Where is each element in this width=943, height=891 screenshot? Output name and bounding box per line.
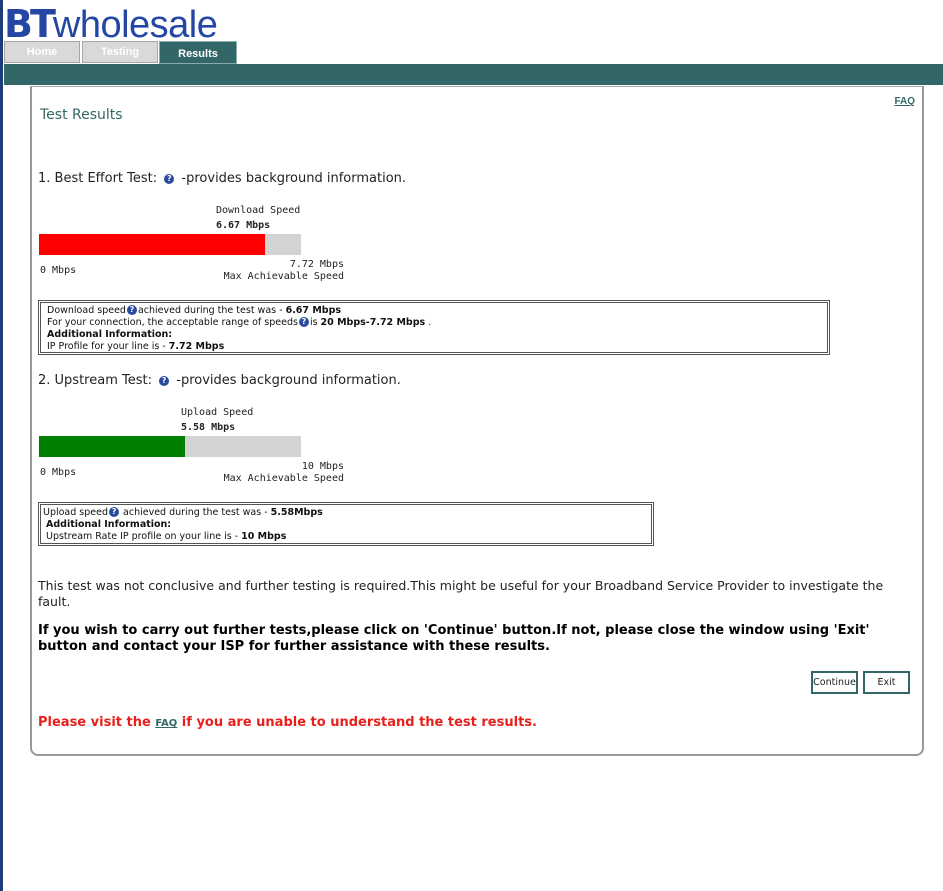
- download-heading-suffix: -provides background information.: [181, 171, 407, 186]
- upload-info-line2: Additional Information:: [46, 519, 172, 530]
- download-max-value: 7.72 Mbps: [289, 259, 344, 270]
- header-banner: [4, 64, 943, 85]
- faq-help-prefix: Please visit the: [38, 715, 156, 730]
- page-title: Test Results: [40, 107, 123, 123]
- help-icon[interactable]: ?: [298, 317, 309, 327]
- help-icon[interactable]: ?: [159, 376, 170, 386]
- download-info-box: Download speed? achieved during the test …: [38, 300, 830, 355]
- upload-max-value: 10 Mbps: [301, 461, 344, 472]
- upload-heading-suffix: -provides background information.: [176, 373, 401, 388]
- faq-inline-link[interactable]: FAQ: [155, 718, 177, 729]
- tab-home[interactable]: Home: [4, 41, 80, 63]
- download-info-line2: For your connection, the acceptable rang…: [47, 317, 432, 328]
- tab-testing[interactable]: Testing: [82, 41, 158, 63]
- download-heading-text: 1. Best Effort Test:: [38, 171, 158, 186]
- window-left-edge: [0, 0, 3, 891]
- download-info-line4: IP Profile for your line is - 7.72 Mbps: [47, 341, 225, 352]
- logo-wholesale: wholesale: [52, 4, 218, 46]
- upload-max-label: Max Achievable Speed: [223, 473, 344, 484]
- inconclusive-message: This test was not conclusive and further…: [38, 578, 884, 609]
- download-speed-label: Download Speed: [216, 205, 301, 216]
- logo-bt: BT: [4, 2, 56, 46]
- faq-link[interactable]: FAQ: [894, 96, 915, 107]
- upload-speed-label: Upload Speed: [181, 407, 254, 418]
- download-speed-value: 6.67 Mbps: [216, 220, 271, 231]
- help-icon[interactable]: ?: [109, 507, 120, 517]
- upload-speed-value: 5.58 Mbps: [181, 422, 236, 433]
- instruction-message: If you wish to carry out further tests,p…: [38, 623, 870, 654]
- download-info-line1: Download speed? achieved during the test …: [47, 305, 342, 316]
- help-icon[interactable]: ?: [126, 305, 137, 315]
- download-test-heading: 1. Best Effort Test: ? -provides backgro…: [38, 171, 406, 186]
- exit-button[interactable]: Exit: [863, 671, 910, 694]
- download-info-line3: Additional Information:: [47, 329, 173, 340]
- continue-button[interactable]: Continue: [811, 671, 858, 694]
- upload-min-label: 0 Mbps: [40, 467, 77, 478]
- help-icon[interactable]: ?: [164, 174, 175, 184]
- download-max-label: Max Achievable Speed: [223, 271, 344, 282]
- upload-speed-bar: [39, 436, 301, 457]
- upload-heading-text: 2. Upstream Test:: [38, 373, 152, 388]
- upload-speed-bar-fill: [39, 436, 186, 457]
- download-speed-bar-fill: [39, 234, 266, 255]
- upstream-test-heading: 2. Upstream Test: ? -provides background…: [38, 373, 401, 388]
- upload-info-line3: Upstream Rate IP profile on your line is…: [46, 531, 287, 542]
- faq-help-message: Please visit the FAQ if you are unable t…: [38, 715, 537, 730]
- upload-info-line1: Upload speed? achieved during the test w…: [43, 507, 323, 518]
- download-speed-bar: [39, 234, 301, 255]
- download-min-label: 0 Mbps: [40, 265, 77, 276]
- results-panel: FAQ Test Results 1. Best Effort Test: ? …: [30, 86, 924, 756]
- faq-help-suffix: if you are unable to understand the test…: [177, 715, 537, 730]
- upload-info-box: Upload speed? achieved during the test w…: [38, 502, 654, 546]
- bt-wholesale-logo: BTwholesale: [4, 2, 218, 46]
- tab-results[interactable]: Results: [159, 41, 237, 64]
